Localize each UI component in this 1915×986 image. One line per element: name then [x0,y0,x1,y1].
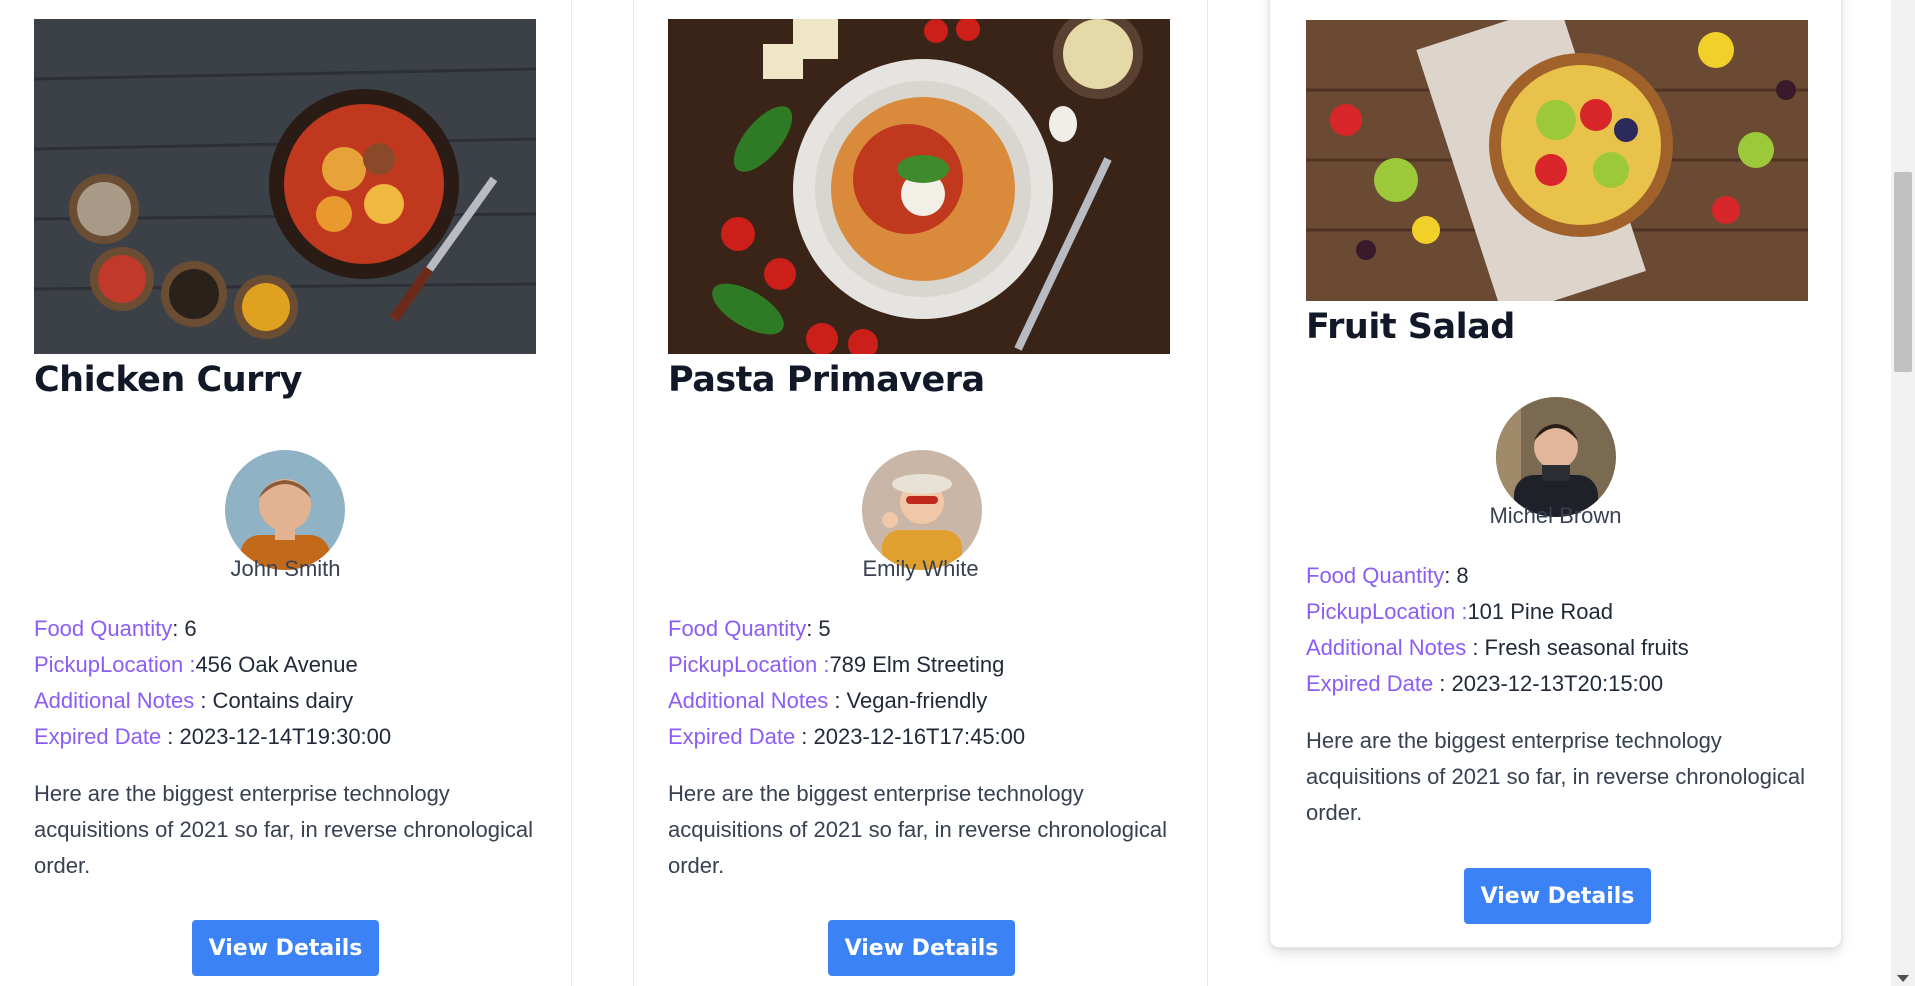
vertical-scrollbar[interactable] [1891,0,1915,986]
food-info: Food Quantity: 6 PickupLocation :456 Oak… [34,611,391,755]
location-row: PickupLocation :789 Elm Streeting [668,647,1025,683]
food-card-chicken-curry: Chicken Curry John Smith Food Quantity: … [0,0,572,986]
expired-label: Expired Date [1306,671,1434,696]
food-info: Food Quantity: 8 PickupLocation :101 Pin… [1306,558,1689,702]
quantity-row: Food Quantity: 6 [34,611,391,647]
notes-row: Additional Notes : Vegan-friendly [668,683,1025,719]
expired-label: Expired Date [668,724,796,749]
donor-avatar [225,450,345,570]
quantity-row: Food Quantity: 5 [668,611,1025,647]
food-info: Food Quantity: 5 PickupLocation :789 Elm… [668,611,1025,755]
notes-value: : Contains dairy [194,688,354,713]
expired-row: Expired Date : 2023-12-14T19:30:00 [34,719,391,755]
view-details-button[interactable]: View Details [192,920,379,976]
location-value: 101 Pine Road [1467,599,1613,624]
quantity-row: Food Quantity: 8 [1306,558,1689,594]
donor-avatar [1496,397,1616,517]
food-description: Here are the biggest enterprise technolo… [668,781,1167,878]
expired-label: Expired Date [34,724,162,749]
expired-value: : 2023-12-13T20:15:00 [1433,671,1664,696]
quantity-label: Food Quantity [668,616,807,641]
notes-label: Additional Notes [34,688,195,713]
view-details-button[interactable]: View Details [828,920,1015,976]
location-label: PickupLocation : [668,652,830,677]
location-row: PickupLocation :101 Pine Road [1306,594,1689,630]
food-description: Here are the biggest enterprise technolo… [34,781,533,878]
scrollbar-thumb[interactable] [1894,172,1912,372]
location-value: 456 Oak Avenue [195,652,358,677]
notes-label: Additional Notes [1306,635,1467,660]
expired-value: : 2023-12-14T19:30:00 [161,724,392,749]
food-listing-page: Chicken Curry John Smith Food Quantity: … [0,0,1915,986]
food-photo [1306,20,1808,301]
expired-row: Expired Date : 2023-12-16T17:45:00 [668,719,1025,755]
donor-avatar [862,450,982,570]
quantity-label: Food Quantity [34,616,173,641]
food-title: Chicken Curry [34,360,302,400]
notes-row: Additional Notes : Fresh seasonal fruits [1306,630,1689,666]
food-photo [34,19,536,354]
food-title: Fruit Salad [1306,307,1515,347]
donor-name: John Smith [230,556,341,581]
notes-label: Additional Notes [668,688,829,713]
quantity-label: Food Quantity [1306,563,1445,588]
location-row: PickupLocation :456 Oak Avenue [34,647,391,683]
food-description: Here are the biggest enterprise technolo… [1306,728,1805,825]
quantity-value: : 8 [1444,563,1469,588]
food-card-fruit-salad: Fruit Salad Michel Brown Food Quantity: … [1269,0,1842,948]
donor-name: Michel Brown [1489,503,1622,528]
expired-row: Expired Date : 2023-12-13T20:15:00 [1306,666,1689,702]
location-label: PickupLocation : [34,652,196,677]
scroll-down-arrow-icon[interactable] [1897,975,1909,982]
food-card-pasta-primavera: Pasta Primavera Emily White Food Quantit… [633,0,1208,986]
expired-value: : 2023-12-16T17:45:00 [795,724,1026,749]
notes-value: : Vegan-friendly [828,688,988,713]
location-label: PickupLocation : [1306,599,1468,624]
quantity-value: : 6 [172,616,197,641]
food-photo [668,19,1170,354]
quantity-value: : 5 [806,616,831,641]
donor-name: Emily White [862,556,979,581]
notes-row: Additional Notes : Contains dairy [34,683,391,719]
location-value: 789 Elm Streeting [829,652,1005,677]
food-title: Pasta Primavera [668,360,985,400]
notes-value: : Fresh seasonal fruits [1466,635,1689,660]
view-details-button[interactable]: View Details [1464,868,1651,924]
